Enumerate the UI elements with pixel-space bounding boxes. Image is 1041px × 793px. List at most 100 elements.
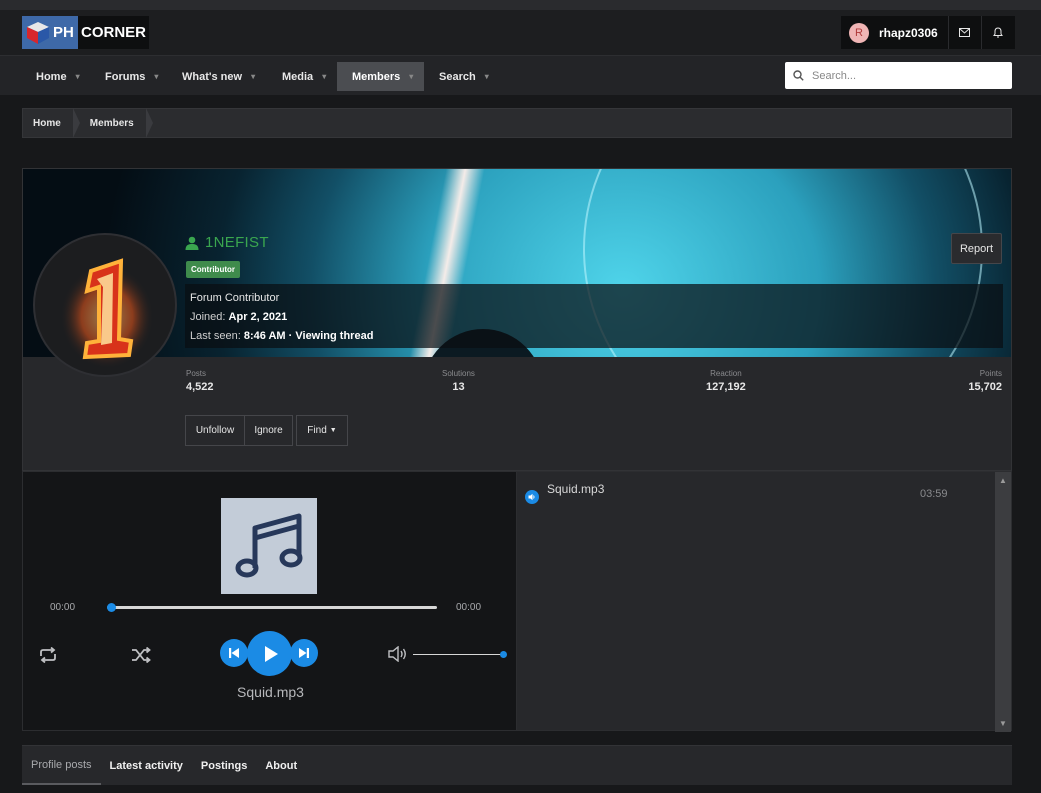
stat-posts[interactable]: Posts 4,522 [186, 369, 214, 393]
member-name-text: 1NEFIST [205, 234, 269, 251]
last-seen-value[interactable]: 8:46 AM · Viewing thread [244, 330, 374, 342]
member-profile-card: 1NEFIST Contributor Forum Contributor Jo… [22, 168, 1012, 471]
tab-about[interactable]: About [256, 746, 306, 785]
member-last-seen: Last seen: 8:46 AM · Viewing thread [190, 327, 998, 346]
last-seen-label: Last seen: [190, 330, 241, 342]
breadcrumb-home[interactable]: Home [23, 109, 73, 137]
play-button[interactable] [247, 631, 292, 676]
alerts-button[interactable] [982, 16, 1015, 49]
scroll-down-icon[interactable]: ▼ [999, 719, 1007, 728]
shuffle-icon [132, 647, 151, 663]
account-button[interactable]: R rhapz0306 [841, 16, 949, 49]
playlist-item-duration: 03:59 [920, 488, 948, 500]
skip-previous-icon [229, 648, 239, 658]
nav-members[interactable]: Members ▾ [337, 62, 424, 91]
avatar-fire-one-image [55, 253, 159, 369]
user-icon [185, 236, 199, 250]
user-avatar: R [849, 22, 869, 43]
stat-points-value: 15,702 [968, 381, 1002, 393]
unfollow-button[interactable]: Unfollow [185, 415, 245, 446]
breadcrumb-members[interactable]: Members [80, 109, 146, 137]
repeat-button[interactable] [37, 644, 59, 666]
total-time: 00:00 [456, 602, 482, 613]
nav-forums-label: Forums [105, 70, 146, 83]
nav-whats-new[interactable]: What's new ▾ [168, 62, 269, 91]
next-button[interactable] [290, 639, 318, 667]
music-note-icon [235, 513, 303, 578]
nav-home[interactable]: Home ▾ [22, 62, 94, 91]
member-joined: Joined: Apr 2, 2021 [190, 308, 998, 327]
tab-latest-activity[interactable]: Latest activity [101, 746, 192, 785]
caret-down-icon[interactable]: ▾ [409, 72, 413, 81]
stat-solutions-label: Solutions [442, 369, 475, 378]
report-button[interactable]: Report [951, 233, 1002, 264]
previous-button[interactable] [220, 639, 248, 667]
user-menu: R rhapz0306 [841, 16, 1015, 49]
nav-members-label: Members [352, 70, 401, 83]
find-button[interactable]: Find ▼ [296, 415, 348, 446]
nav-media-label: Media [282, 70, 314, 83]
stat-points[interactable]: Points 15,702 [963, 369, 1002, 393]
playlist-item-name: Squid.mp3 [547, 482, 605, 496]
member-avatar[interactable] [33, 233, 177, 377]
now-playing-title: Squid.mp3 [237, 684, 304, 700]
scroll-up-icon[interactable]: ▲ [999, 476, 1007, 485]
stat-reaction[interactable]: Reaction 127,192 [706, 369, 746, 393]
speaker-icon [525, 490, 539, 504]
nav-search[interactable]: Search ▾ [425, 62, 503, 91]
site-logo[interactable]: PH CORNER [22, 16, 149, 49]
logo-corner-text: CORNER [78, 16, 149, 49]
volume-slider[interactable] [413, 651, 507, 658]
repeat-icon [40, 647, 56, 663]
caret-down-icon[interactable]: ▾ [251, 72, 255, 81]
playlist-item[interactable]: Squid.mp3 03:59 [525, 482, 985, 504]
find-button-label: Find [307, 425, 327, 436]
nav-whats-new-label: What's new [182, 70, 243, 83]
nav-home-label: Home [36, 70, 67, 83]
speaker-glyph [528, 493, 535, 501]
nav-media[interactable]: Media ▾ [268, 62, 340, 91]
tab-profile-posts[interactable]: Profile posts [22, 746, 101, 785]
caret-down-icon[interactable]: ▾ [154, 72, 158, 81]
cube-logo-icon [27, 21, 49, 44]
seek-bar[interactable] [107, 603, 437, 612]
stat-points-label: Points [979, 369, 1002, 378]
stat-solutions-value: 13 [452, 381, 465, 393]
play-icon [264, 645, 278, 662]
tab-postings[interactable]: Postings [192, 746, 256, 785]
volume-icon [388, 646, 406, 662]
envelope-icon [959, 28, 971, 37]
nav-forums[interactable]: Forums ▾ [91, 62, 172, 91]
breadcrumb-separator [72, 108, 80, 138]
mute-button[interactable] [387, 643, 409, 665]
inbox-button[interactable] [949, 16, 982, 49]
music-player: 00:00 00:00 Squid.mp3 [22, 471, 517, 731]
member-actions: Unfollow Ignore Find ▼ [185, 415, 348, 446]
album-cover [221, 498, 317, 594]
volume-handle[interactable] [500, 651, 507, 658]
seek-handle[interactable] [107, 603, 116, 612]
account-username: rhapz0306 [879, 25, 938, 40]
caret-down-icon[interactable]: ▾ [76, 72, 80, 81]
caret-down-icon: ▼ [329, 427, 337, 434]
stat-solutions[interactable]: Solutions 13 [442, 369, 475, 393]
member-name[interactable]: 1NEFIST [185, 234, 269, 251]
stat-reaction-value: 127,192 [706, 381, 746, 393]
search-icon [793, 70, 804, 81]
shuffle-button[interactable] [130, 644, 152, 666]
stat-posts-label: Posts [186, 369, 207, 378]
joined-value: Apr 2, 2021 [228, 311, 288, 323]
playlist-scrollbar[interactable]: ▲ ▼ [995, 472, 1011, 732]
ignore-button[interactable]: Ignore [245, 415, 293, 446]
breadcrumb-separator [145, 108, 153, 138]
site-header: PH CORNER R rhapz0306 [0, 10, 1041, 55]
caret-down-icon[interactable]: ▾ [322, 72, 326, 81]
search-box[interactable] [785, 62, 1012, 89]
search-input[interactable] [812, 69, 1002, 82]
main-nav: Home ▾ Forums ▾ What's new ▾ Media ▾ Mem… [0, 55, 1041, 95]
member-title: Forum Contributor [190, 292, 280, 304]
bell-icon [993, 27, 1004, 38]
stat-reaction-label: Reaction [710, 369, 742, 378]
logo-ph-block: PH [22, 16, 78, 49]
caret-down-icon[interactable]: ▾ [485, 72, 489, 81]
